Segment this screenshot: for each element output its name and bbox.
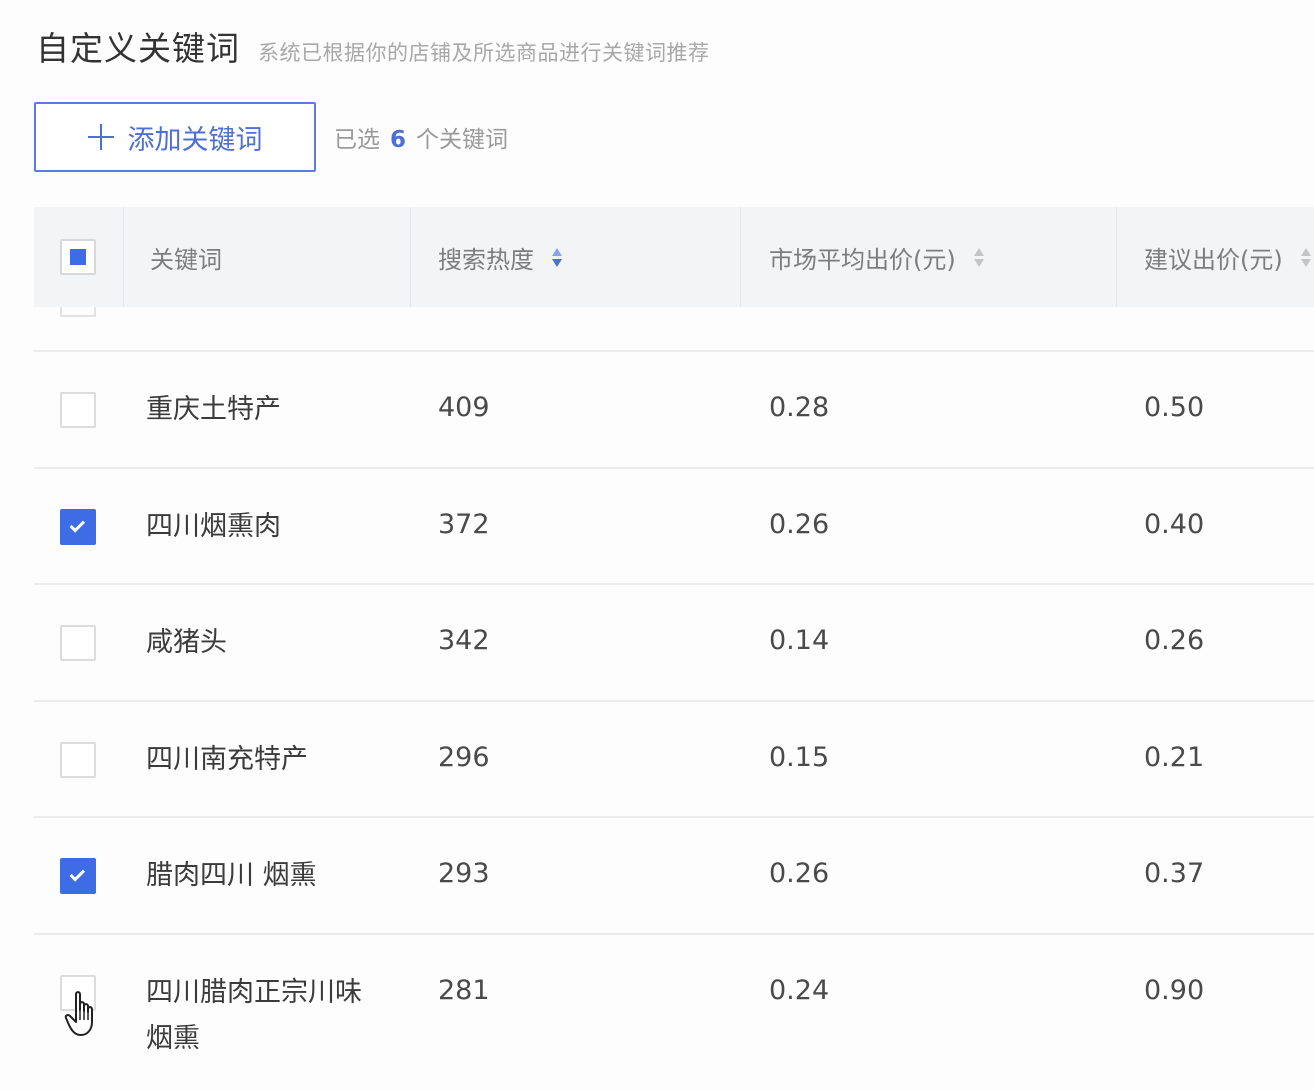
row-checkbox[interactable]: [60, 858, 96, 894]
column-header-suggested-bid[interactable]: 建议出价(元): [1144, 207, 1311, 307]
page-title: 自定义关键词: [36, 29, 240, 68]
check-icon: [69, 866, 86, 882]
suggested-bid-cell: 0.21: [1144, 741, 1205, 773]
row-checkbox[interactable]: [60, 392, 96, 428]
add-keyword-label: 添加关键词: [127, 124, 263, 156]
suggested-bid-cell: 0.50: [1144, 392, 1205, 423]
column-header-market-avg-bid[interactable]: 市场平均出价(元): [769, 207, 984, 307]
sort-icon[interactable]: [973, 247, 984, 267]
table-row[interactable]: 咸猪头 342 0.14 0.26: [34, 585, 1314, 702]
market-avg-bid-cell: 0.26: [769, 858, 830, 889]
table-row[interactable]: 四川烟熏肉 372 0.26 0.40: [34, 469, 1314, 585]
column-header-search-heat[interactable]: 搜索热度: [438, 207, 562, 307]
page-subtitle: 系统已根据你的店铺及所选商品进行关键词推荐: [258, 41, 710, 65]
plus-icon: [87, 124, 114, 150]
title-row: 自定义关键词 系统已根据你的店铺及所选商品进行关键词推荐: [36, 22, 710, 70]
keyword-cell: 四川腊肉正宗川味 烟熏: [146, 976, 362, 1054]
selected-count: 6: [390, 127, 407, 153]
keyword-cell: 四川南充特产: [146, 743, 308, 775]
column-divider: [123, 207, 124, 307]
suggested-bid-cell: 0.90: [1144, 974, 1205, 1006]
hand-cursor-icon: [64, 991, 93, 1036]
table-row[interactable]: 腊肉四川 烟熏 293 0.26 0.37: [34, 818, 1314, 935]
column-header-market-avg-bid-label: 市场平均出价(元): [769, 245, 956, 274]
row-checkbox[interactable]: [60, 741, 96, 778]
suggested-bid-cell: 0.40: [1144, 508, 1205, 540]
market-avg-bid-cell: 0.24: [769, 974, 830, 1006]
selected-suffix: 个关键词: [416, 127, 509, 153]
keyword-page: 自定义关键词 系统已根据你的店铺及所选商品进行关键词推荐 添加关键词 已选 6 个关…: [0, 0, 1314, 1090]
checkbox-partial: [60, 307, 96, 317]
suggested-bid-cell: 0.37: [1144, 858, 1205, 889]
selected-count-info: 已选 6 个关键词: [334, 120, 508, 154]
add-keyword-button[interactable]: 添加关键词: [34, 102, 316, 172]
market-avg-bid-cell: 0.26: [769, 508, 830, 540]
keyword-cell: 咸猪头: [146, 627, 227, 658]
search-heat-cell: 296: [438, 741, 490, 773]
table-row[interactable]: 四川腊肉正宗川味 烟熏 281 0.24 0.90: [34, 935, 1314, 1054]
market-avg-bid-cell: 0.15: [769, 741, 830, 773]
search-heat-cell: 342: [438, 625, 490, 656]
selected-prefix: 已选: [334, 127, 380, 153]
column-header-suggested-bid-label: 建议出价(元): [1144, 245, 1283, 274]
column-divider: [1116, 207, 1117, 307]
keyword-cell: 四川烟熏肉: [146, 510, 281, 542]
search-heat-cell: 372: [438, 508, 490, 540]
table-row[interactable]: 重庆土特产 409 0.28 0.50: [34, 352, 1314, 469]
market-avg-bid-cell: 0.28: [769, 392, 830, 423]
keyword-cell: 重庆土特产: [146, 394, 281, 425]
column-header-keyword: 关键词: [150, 207, 222, 307]
keyword-cell: 腊肉四川 烟熏: [146, 860, 317, 891]
check-icon: [69, 516, 86, 533]
indeterminate-icon: [70, 249, 86, 265]
column-header-search-heat-label: 搜索热度: [438, 245, 534, 274]
search-heat-cell: 293: [438, 858, 490, 889]
select-all-checkbox[interactable]: [60, 239, 96, 275]
column-divider: [410, 207, 411, 307]
table-row[interactable]: 四川南充特产 296 0.15 0.21: [34, 702, 1314, 818]
suggested-bid-cell: 0.26: [1144, 625, 1205, 656]
search-heat-cell: 281: [438, 974, 490, 1006]
column-divider: [740, 207, 741, 307]
row-checkbox[interactable]: [60, 508, 96, 545]
row-checkbox[interactable]: [60, 625, 96, 661]
sort-icon[interactable]: [1300, 247, 1311, 267]
column-header-keyword-label: 关键词: [150, 245, 222, 274]
search-heat-cell: 409: [438, 392, 490, 423]
sort-icon[interactable]: [552, 247, 562, 267]
keyword-table: 关键词 搜索热度 市场平均出价(元) 建议出价(元) 重庆土特产 409 0.2…: [34, 207, 1314, 1054]
select-all-cell: [60, 207, 96, 307]
table-row-partial: [34, 307, 1314, 352]
table-header: 关键词 搜索热度 市场平均出价(元) 建议出价(元): [34, 207, 1314, 307]
market-avg-bid-cell: 0.14: [769, 625, 830, 656]
